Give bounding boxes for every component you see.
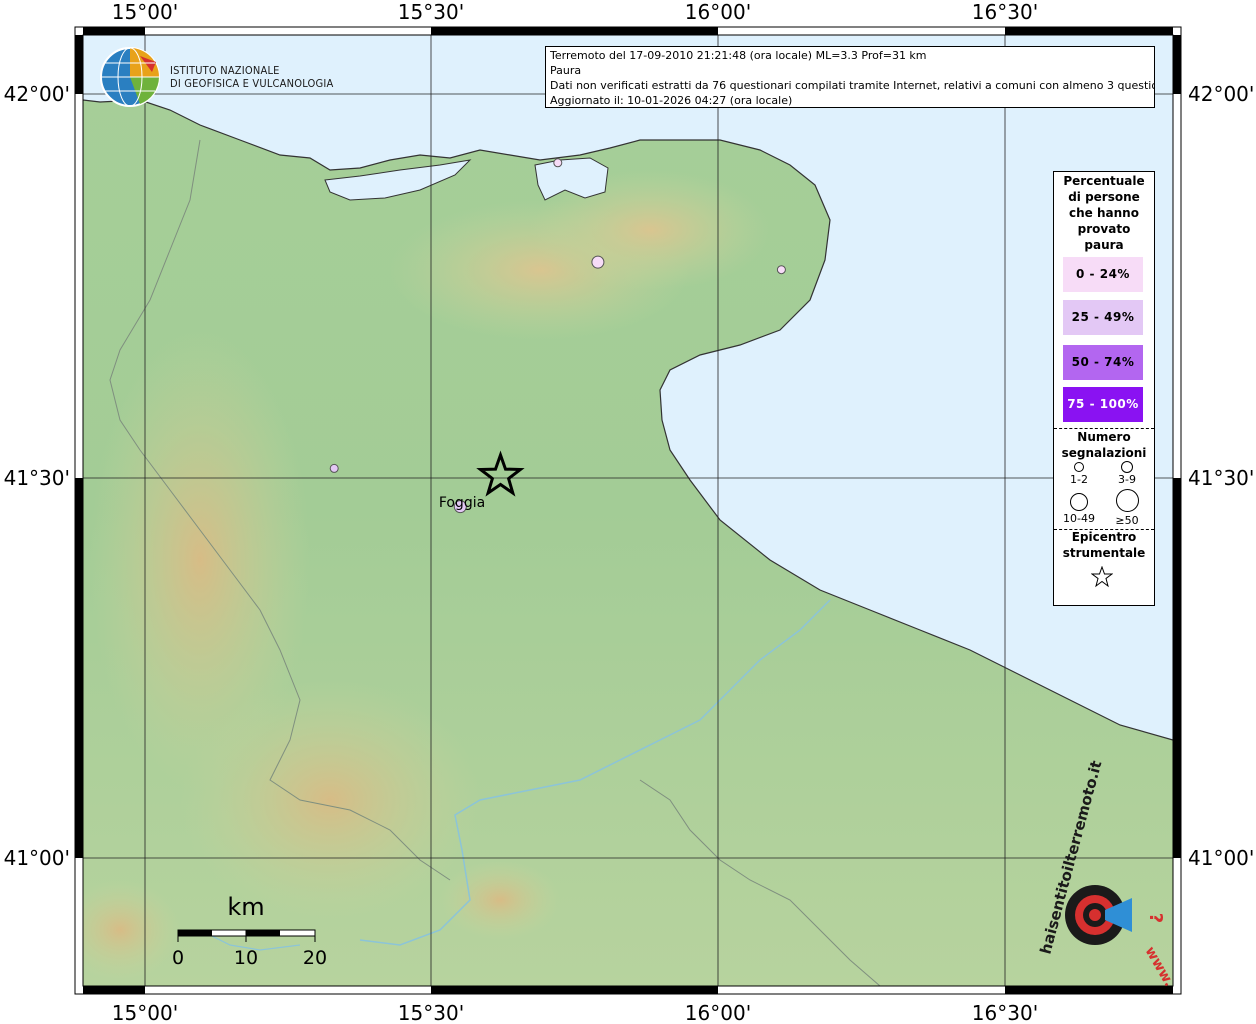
lon-label-bottom: 15°00': [112, 1001, 178, 1024]
lon-label-top: 16°00': [685, 0, 751, 24]
intensity-point: [591, 255, 605, 269]
legend-size-label: 10-49: [1063, 512, 1095, 525]
legend-class-1: 25 - 49%: [1063, 300, 1143, 335]
legend-title-line: che hanno: [1069, 206, 1139, 220]
map-area: [83, 35, 1173, 986]
logo-line-2: DI GEOFISICA E VULCANOLOGIA: [170, 77, 334, 90]
data-note: Dati non verificati estratti da 76 quest…: [550, 79, 1155, 92]
relief-south: [440, 860, 560, 940]
lon-label-bottom: 15°30': [398, 1001, 464, 1024]
lat-label-left: 41°30': [4, 466, 70, 490]
ingv-logo-icon: [100, 47, 160, 107]
scale-tick: 0: [172, 947, 184, 969]
lat-label-right: 42°00': [1188, 82, 1254, 106]
logo-line-1: ISTITUTO NAZIONALE: [170, 64, 280, 77]
legend-title-line: Percentuale: [1063, 174, 1145, 188]
legend-class-0: 0 - 24%: [1063, 257, 1143, 292]
event-title: Terremoto del 17-09-2010 21:21:48 (ora l…: [550, 49, 927, 62]
legend-epicenter-title: strumentale: [1062, 546, 1146, 560]
relief-southwest: [83, 880, 180, 980]
apennine-relief-south: [180, 680, 480, 920]
update-time: Aggiornato il: 10-01-2026 04:27 (ora loc…: [550, 94, 793, 107]
legend-size-circle: [1074, 462, 1084, 472]
lon-label-top: 16°30': [972, 0, 1038, 24]
legend-size-label: 3-9: [1118, 473, 1136, 486]
lon-label-bottom: 16°30': [972, 1001, 1038, 1024]
legend-size-circle: [1070, 493, 1088, 511]
legend-size-label: ≥50: [1115, 514, 1139, 527]
legend: Percentuale di persone che hanno provato…: [1053, 171, 1155, 606]
legend-title-line: provato: [1077, 222, 1131, 236]
legend-size-circle: [1116, 489, 1139, 512]
legend-count-title: Numero: [1077, 430, 1131, 444]
lon-label-bottom: 16°00': [685, 1001, 751, 1024]
ingv-logo-text: ISTITUTO NAZIONALE DI GEOFISICA E VULCAN…: [170, 64, 333, 90]
legend-size-circle: [1121, 461, 1133, 473]
legend-title-line: paura: [1084, 238, 1124, 252]
scale-tick: 10: [234, 947, 258, 969]
question-mark-icon: ?: [1145, 913, 1166, 923]
legend-count-title: segnalazioni: [1061, 446, 1147, 460]
scale-unit: km: [227, 893, 264, 921]
event-info-box: Terremoto del 17-09-2010 21:21:48 (ora l…: [545, 46, 1155, 108]
lon-label-top: 15°30': [398, 0, 464, 24]
place-label-foggia: Foggia: [439, 495, 485, 511]
lon-label-top: 15°00': [112, 0, 178, 24]
legend-size-label: 1-2: [1070, 473, 1088, 486]
lat-label-left: 42°00': [4, 82, 70, 106]
intensity-point: [776, 265, 786, 275]
legend-title-line: di persone: [1068, 190, 1140, 204]
legend-epicenter-title: Epicentro: [1071, 530, 1137, 544]
lat-label-right: 41°30': [1188, 466, 1254, 490]
map-parameter: Paura: [550, 64, 582, 77]
lat-label-left: 41°00': [4, 846, 70, 870]
intensity-point: [553, 158, 563, 168]
legend-star-icon: [1091, 566, 1113, 588]
intensity-point: [329, 463, 339, 473]
legend-class-2: 50 - 74%: [1063, 345, 1143, 380]
legend-class-3: 75 - 100%: [1063, 387, 1143, 422]
scale-tick: 20: [303, 947, 327, 969]
lat-label-right: 41°00': [1188, 846, 1254, 870]
